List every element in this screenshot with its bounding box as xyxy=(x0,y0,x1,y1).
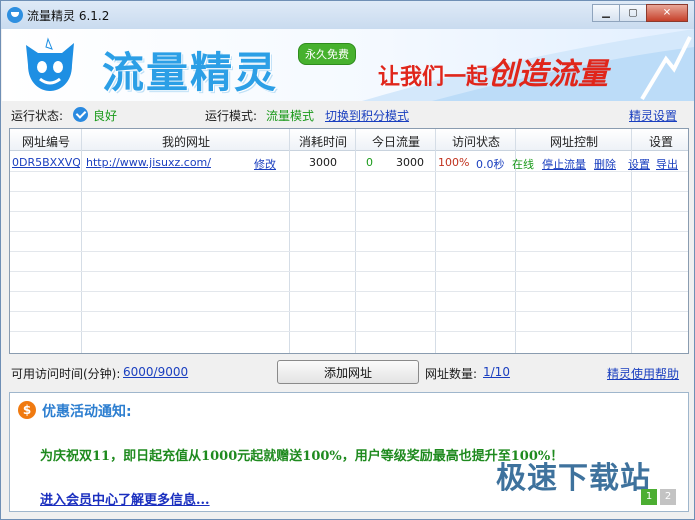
app-logo-icon xyxy=(7,7,23,23)
promo-pager: 1 2 xyxy=(638,489,676,505)
slogan: 让我们一起创造流量 xyxy=(378,49,608,93)
promo-panel: $ 优惠活动通知: 为庆祝双11，即日起充值从1000元起就赠送100%，用户等… xyxy=(9,392,689,512)
row-divider xyxy=(10,171,688,172)
row-divider xyxy=(10,231,688,232)
close-button[interactable]: ✕ xyxy=(646,4,688,22)
app-window: 流量精灵 6.1.2 ▁ ▢ ✕ 流量精灵 永久免费 让我们一起创造流量 运行状… xyxy=(0,0,695,520)
add-url-button[interactable]: 添加网址 xyxy=(277,360,419,384)
dollar-icon: $ xyxy=(18,401,36,419)
col-header-url: 我的网址 xyxy=(161,135,210,149)
row-url-link[interactable]: http://www.jisuxz.com/ xyxy=(86,156,211,169)
maximize-button[interactable]: ▢ xyxy=(619,4,647,22)
row-divider xyxy=(10,251,688,252)
url-count-value[interactable]: 1/10 xyxy=(483,365,510,379)
status-ok-icon xyxy=(73,107,88,122)
row-divider xyxy=(10,191,688,192)
row-today-used: 0 xyxy=(366,156,373,169)
row-edit-link[interactable]: 修改 xyxy=(254,156,276,172)
promo-page-1[interactable]: 1 xyxy=(641,489,657,505)
minimize-button[interactable]: ▁ xyxy=(592,4,620,22)
row-divider xyxy=(10,271,688,272)
help-link[interactable]: 精灵使用帮助 xyxy=(607,365,679,382)
promo-page-2[interactable]: 2 xyxy=(660,489,676,505)
col-header-id: 网址编号 xyxy=(21,135,70,149)
slogan-part2: 创造流量 xyxy=(488,57,609,92)
minimize-icon: ▁ xyxy=(602,7,610,19)
col-header-settings: 设置 xyxy=(648,135,673,149)
row-export-link[interactable]: 导出 xyxy=(656,156,678,172)
status-row: 运行状态: 良好 运行模式: 流量模式 切换到积分模式 精灵设置 xyxy=(1,103,694,125)
logo-text: 流量精灵 xyxy=(102,48,279,97)
window-controls: ▁ ▢ ✕ xyxy=(592,4,688,22)
member-center-link[interactable]: 进入会员中心了解更多信息... xyxy=(40,489,210,508)
row-divider xyxy=(10,311,688,312)
url-count-label: 网址数量: xyxy=(425,367,478,381)
row-percent: 100% xyxy=(438,156,470,169)
row-time: 3000 xyxy=(309,156,337,169)
row-stop-traffic-link[interactable]: 停止流量 xyxy=(542,156,586,172)
maximize-icon: ▢ xyxy=(628,7,638,19)
run-state-label: 运行状态: xyxy=(11,109,64,123)
switch-mode-link[interactable]: 切换到积分模式 xyxy=(325,107,409,124)
watermark: 极速下载站 xyxy=(496,461,651,496)
url-table: 网址编号 我的网址 消耗时间 今日流量 访问状态 网址控制 设置 0DR5BXX… xyxy=(9,128,689,354)
promo-title: 优惠活动通知: xyxy=(42,404,132,420)
row-divider xyxy=(10,211,688,212)
row-settings-link[interactable]: 设置 xyxy=(628,156,650,172)
row-seconds: 0.0秒 xyxy=(476,158,505,171)
row-divider xyxy=(10,331,688,332)
promo-message: 为庆祝双11，即日起充值从1000元起就赠送100%，用户等级奖励最高也提升至1… xyxy=(40,449,564,464)
col-header-control: 网址控制 xyxy=(549,135,598,149)
row-delete-link[interactable]: 删除 xyxy=(594,156,616,172)
title-bar: 流量精灵 6.1.2 ▁ ▢ ✕ xyxy=(1,1,694,29)
row-id[interactable]: 0DR5BXXVQNG xyxy=(12,156,80,169)
close-icon: ✕ xyxy=(662,7,672,19)
settings-link[interactable]: 精灵设置 xyxy=(629,107,677,124)
window-title: 流量精灵 6.1.2 xyxy=(27,9,110,23)
col-header-today: 今日流量 xyxy=(371,135,420,149)
run-mode-value: 流量模式 xyxy=(266,109,315,123)
free-badge: 永久免费 xyxy=(298,43,356,65)
row-divider xyxy=(10,291,688,292)
col-header-time: 消耗时间 xyxy=(298,135,347,149)
banner: 流量精灵 永久免费 让我们一起创造流量 xyxy=(2,29,694,101)
mascot-logo-icon xyxy=(26,37,74,91)
row-online: 在线 xyxy=(512,158,534,171)
row-today-total: 3000 xyxy=(396,156,424,169)
col-header-status: 访问状态 xyxy=(451,135,500,149)
run-mode-label: 运行模式: xyxy=(205,109,258,123)
available-time-value[interactable]: 6000/9000 xyxy=(123,365,188,379)
slogan-part1: 让我们一起 xyxy=(378,65,489,90)
available-time-label: 可用访问时间(分钟): xyxy=(11,367,121,381)
run-state-value: 良好 xyxy=(93,109,118,123)
